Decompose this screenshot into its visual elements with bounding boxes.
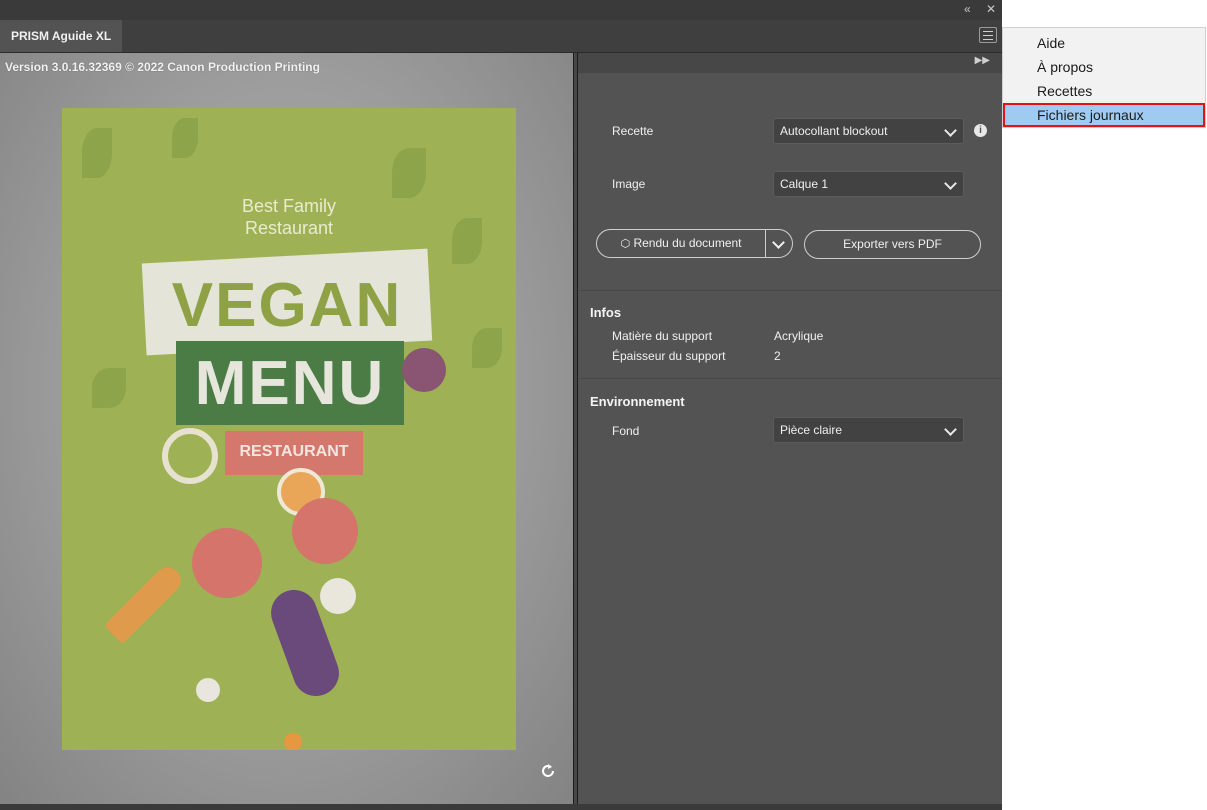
render-options-button[interactable] [765, 229, 793, 258]
background-select[interactable]: Pièce claire [773, 417, 964, 443]
mushroom [196, 678, 220, 702]
material-value: Acrylique [774, 329, 824, 343]
panel-flyout-menu: Aide À propos Recettes Fichiers journaux [1002, 27, 1206, 128]
beet [402, 348, 446, 392]
garlic [320, 578, 356, 614]
close-icon[interactable]: ✕ [986, 2, 996, 16]
export-pdf-button[interactable]: Exporter vers PDF [804, 230, 981, 259]
divider [578, 378, 1002, 379]
render-document-label: Rendu du document [633, 236, 742, 250]
poster-title-menu: MENU [194, 349, 386, 418]
image-select[interactable]: Calque 1 [773, 171, 964, 197]
image-select-value: Calque 1 [780, 177, 829, 191]
leaf-decoration [472, 328, 502, 368]
poster-subtitle: RESTAURANT [239, 443, 349, 460]
version-label: Version 3.0.16.32369 © 2022 Canon Produc… [5, 60, 320, 74]
settings-header-bar: ▶▶ [578, 53, 1002, 73]
carrot [103, 561, 187, 645]
background-label: Fond [612, 424, 640, 438]
onion-ring [162, 428, 218, 484]
expand-panel-icon[interactable]: ▶▶ [975, 55, 990, 66]
leaf-decoration [172, 118, 198, 158]
info-section-title: Infos [590, 305, 622, 320]
tomato [292, 498, 358, 564]
recipe-label: Recette [612, 124, 654, 138]
leaf-decoration [92, 368, 126, 408]
render-document-button[interactable]: ⬡ Rendu du document [596, 229, 766, 258]
cube-icon: ⬡ [620, 238, 631, 250]
poster-tagline-1: Best Family [241, 196, 337, 216]
thickness-label: Épaisseur du support [612, 349, 726, 363]
poster-tagline-2: Restaurant [244, 218, 334, 238]
collapse-panel-icon[interactable]: « [964, 2, 971, 16]
menu-item-fichiers-journaux[interactable]: Fichiers journaux [1003, 103, 1205, 127]
plugin-panel: « ✕ PRISM Aguide XL Version 3.0.16.32369… [0, 0, 1002, 810]
tab-prism-aguide[interactable]: PRISM Aguide XL [0, 20, 122, 52]
panel-title-bar: « ✕ [0, 0, 1002, 21]
recipe-select-value: Autocollant blockout [780, 124, 888, 138]
menu-item-aide[interactable]: Aide [1003, 31, 1205, 55]
panel-menu-icon[interactable] [979, 27, 997, 43]
info-icon[interactable]: i [974, 124, 987, 137]
poster-image: Best Family Restaurant VEGAN MENU RESTAU… [62, 108, 516, 750]
divider [578, 290, 1002, 291]
chevron-down-icon [772, 236, 785, 249]
chevron-down-icon [944, 177, 957, 190]
material-label: Matière du support [612, 329, 713, 343]
leaf-decoration [392, 148, 426, 198]
environment-section-title: Environnement [590, 394, 685, 409]
poster-title-vegan: VEGAN [171, 271, 403, 340]
chevron-down-icon [944, 124, 957, 137]
background-select-value: Pièce claire [780, 423, 843, 437]
menu-item-recettes[interactable]: Recettes [1003, 79, 1205, 103]
tab-bar: PRISM Aguide XL [0, 20, 1002, 53]
menu-item-a-propos[interactable]: À propos [1003, 55, 1205, 79]
document-preview[interactable]: Version 3.0.16.32369 © 2022 Canon Produc… [0, 53, 573, 805]
thickness-value: 2 [774, 349, 781, 363]
image-label: Image [612, 177, 646, 191]
orange-dot [284, 733, 302, 750]
chevron-down-icon [944, 423, 957, 436]
leaf-decoration [82, 128, 112, 178]
panel-splitter[interactable] [573, 53, 578, 805]
tomato [192, 528, 262, 598]
bottom-bar [0, 804, 1002, 810]
recipe-select[interactable]: Autocollant blockout [773, 118, 964, 144]
refresh-icon[interactable] [538, 761, 558, 781]
